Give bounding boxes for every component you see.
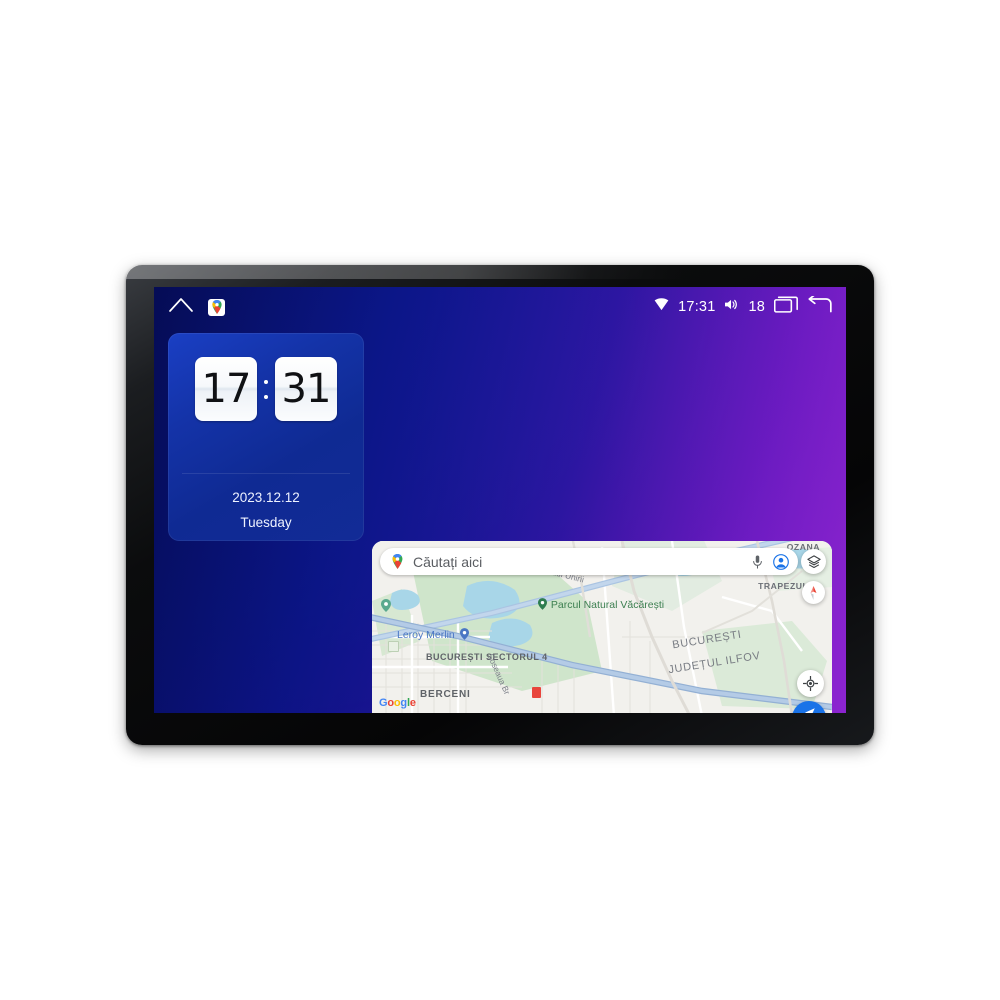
account-avatar-icon[interactable] (773, 553, 789, 570)
clock-widget[interactable]: 17 31 2023.12.12 Tuesday (168, 333, 364, 541)
maps-widget[interactable]: OZANA TRAPEZULUI Parcul Natural Văcăreșt… (372, 541, 832, 713)
microphone-icon[interactable] (749, 554, 765, 570)
back-arrow-icon[interactable] (807, 293, 832, 318)
status-clock: 17:31 (678, 299, 716, 315)
search-input[interactable]: Căutați aici (413, 554, 741, 570)
clock-weekday: Tuesday (240, 515, 292, 530)
flip-clock: 17 31 (168, 357, 364, 421)
google-maps-pin-icon (389, 554, 405, 570)
clock-colon (263, 379, 269, 399)
volume-level: 18 (748, 299, 765, 315)
wifi-icon (654, 298, 669, 316)
map-canvas[interactable]: OZANA TRAPEZULUI Parcul Natural Văcăreșt… (372, 541, 832, 713)
divider (182, 473, 350, 474)
clock-hours: 17 (195, 357, 257, 421)
google-maps-icon[interactable] (208, 298, 225, 316)
clock-date: 2023.12.12 (232, 490, 300, 505)
map-search-bar[interactable]: Căutați aici (380, 548, 798, 575)
home-icon[interactable] (168, 296, 194, 318)
compass-needle-icon[interactable] (802, 581, 825, 604)
my-location-icon[interactable] (797, 670, 824, 697)
clock-minutes: 31 (275, 357, 337, 421)
navigation-arrow-icon (804, 708, 815, 713)
volume-icon[interactable] (724, 298, 739, 316)
car-head-unit-device: 17:31 18 17 31 2023.12.12 Tuesday OZANA … (126, 265, 874, 745)
status-bar: 17:31 18 (154, 287, 846, 327)
device-screen: 17:31 18 17 31 2023.12.12 Tuesday OZANA … (154, 287, 846, 713)
recents-icon[interactable] (773, 296, 798, 318)
layers-icon[interactable] (801, 549, 826, 574)
